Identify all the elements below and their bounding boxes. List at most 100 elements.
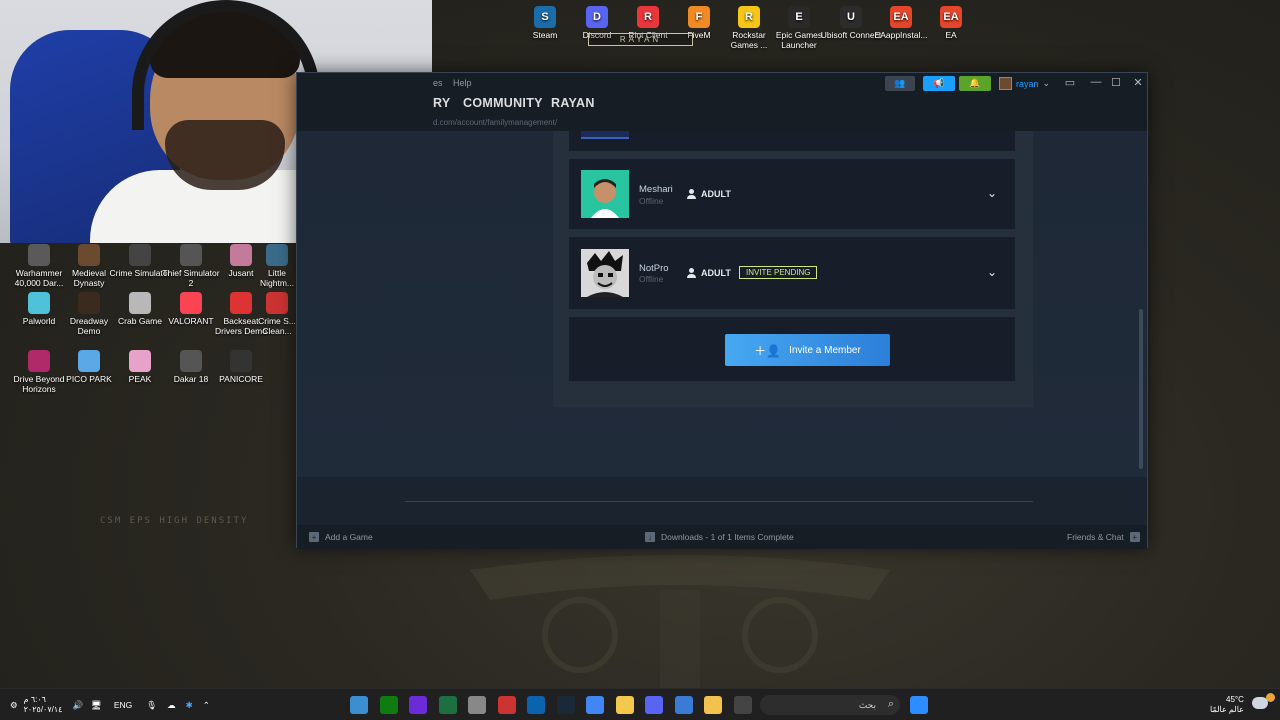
role-label: ADULT xyxy=(701,268,731,278)
cloud-icon[interactable]: ☁ xyxy=(167,700,176,711)
taskbar-app-explorer-widget[interactable] xyxy=(350,696,368,714)
microphone-icon[interactable]: 🎙 xyxy=(146,700,157,711)
taskbar: ⚙ ٦:٠٦ م ٢٠٢٥/٠٧/١٤ 🔊 🖥 ENG 🎙 ☁ ✱ ⌃ بحث … xyxy=(0,688,1280,720)
app-icon xyxy=(28,350,50,372)
user-menu-button[interactable]: rayan ⌄ xyxy=(999,76,1053,91)
member-row[interactable]: NotPro Offline ADULT INVITE PENDING ⌄ xyxy=(569,237,1015,309)
app-icon xyxy=(180,244,202,266)
chevron-up-icon[interactable]: ⌃ xyxy=(203,700,210,711)
taskbar-app-outlook[interactable] xyxy=(527,696,545,714)
member-status: Offline xyxy=(639,196,664,206)
maximize-icon[interactable]: ☐ xyxy=(1107,76,1125,89)
expand-chevron-icon[interactable]: ⌄ xyxy=(987,186,997,200)
invite-pending-badge: INVITE PENDING xyxy=(739,266,818,279)
nav-library[interactable]: RY xyxy=(433,96,451,110)
download-icon: ↓ xyxy=(645,532,655,542)
app-icon xyxy=(28,292,50,314)
invite-member-button[interactable]: ＋👤 Invite a Member xyxy=(725,334,890,366)
desktop-icon-ea[interactable]: EA EA xyxy=(920,6,982,40)
taskbar-app-excel-like[interactable] xyxy=(438,696,457,714)
language-indicator[interactable]: ENG xyxy=(114,700,132,710)
taskbar-app-folder[interactable] xyxy=(704,696,722,714)
desktop-icon-label: EA xyxy=(945,30,957,40)
taskbar-app-nzxt[interactable] xyxy=(409,696,427,714)
steam-window[interactable]: es Help 👥 📢 🔔 rayan ⌄ ▭ — ☐ ✕ RY COMMUNI… xyxy=(296,72,1148,549)
app-icon: U xyxy=(840,6,862,28)
app-icon xyxy=(129,350,151,372)
people-icon: 👥 xyxy=(894,78,906,88)
app-icon: S xyxy=(534,6,556,28)
family-management-content: Meshari Offline ADULT ⌄ NotPro Offline A… xyxy=(297,131,1147,477)
menu-partial[interactable]: es xyxy=(433,78,443,88)
volume-icon[interactable]: 🔊 xyxy=(72,700,83,711)
taskbar-app-xbox[interactable] xyxy=(379,696,398,714)
member-row[interactable]: Meshari Offline ADULT ⌄ xyxy=(569,159,1015,229)
taskbar-app-chrome[interactable] xyxy=(586,696,604,714)
headset-icon xyxy=(132,0,320,130)
scrollbar-thumb[interactable] xyxy=(1139,309,1143,469)
weather-label: عالم عالمًا xyxy=(1210,705,1244,714)
app-icon xyxy=(129,292,151,314)
weather-widget[interactable]: 45°C عالم عالمًا xyxy=(1210,689,1244,720)
taskbar-app-store[interactable] xyxy=(674,696,693,714)
menu-help[interactable]: Help xyxy=(453,78,472,88)
app-icon xyxy=(230,350,252,372)
desktop-icon-crime-s-clean[interactable]: Crime S... Clean... xyxy=(258,292,296,336)
taskbar-app-terminal[interactable] xyxy=(733,696,752,714)
minimize-icon[interactable]: — xyxy=(1087,76,1105,88)
webcam-label: RAYAN xyxy=(588,33,693,46)
desktop-icon-panicore[interactable]: PANICORE xyxy=(210,350,272,384)
steam-titlebar[interactable]: es Help 👥 📢 🔔 rayan ⌄ ▭ — ☐ ✕ xyxy=(297,73,1147,95)
app-icon xyxy=(266,244,288,266)
username-label: rayan xyxy=(1016,78,1039,89)
big-picture-icon[interactable]: ▭ xyxy=(1061,76,1079,89)
url-bar[interactable]: d.com/account/familymanagement/ xyxy=(297,115,1147,129)
network-icon[interactable]: 🖥 xyxy=(91,700,102,711)
invite-member-label: Invite a Member xyxy=(789,344,861,356)
divider xyxy=(405,501,1033,502)
member-role: ADULT xyxy=(687,189,731,199)
wallpaper-text: CSM EPS HIGH DENSITY xyxy=(100,516,249,526)
member-role: ADULT xyxy=(687,268,731,278)
notifications-button[interactable]: 🔔 xyxy=(959,76,991,91)
app-icon: R xyxy=(637,6,659,28)
friends-chat-label: Friends & Chat xyxy=(1067,532,1124,542)
app-icon xyxy=(230,292,252,314)
friends-chat-button[interactable]: Friends & Chat + xyxy=(1067,532,1140,542)
taskbar-app-recorder[interactable] xyxy=(497,696,516,714)
invite-member-area: ＋👤 Invite a Member xyxy=(569,317,1015,381)
steam-bottom-bar: + Add a Game ↓ Downloads - 1 of 1 Items … xyxy=(297,525,1147,549)
close-icon[interactable]: ✕ xyxy=(1129,76,1147,89)
taskbar-app-settings[interactable] xyxy=(468,696,486,714)
webcam-beard xyxy=(165,120,285,190)
bluetooth-icon[interactable]: ✱ xyxy=(186,700,193,711)
app-icon xyxy=(230,244,252,266)
add-game-button[interactable]: + Add a Game xyxy=(309,532,373,542)
expand-chevron-icon[interactable]: ⌄ xyxy=(987,265,997,279)
member-row-partial[interactable] xyxy=(569,131,1015,151)
nav-community[interactable]: COMMUNITY xyxy=(463,96,543,110)
taskbar-app-steam[interactable] xyxy=(556,696,575,714)
app-icon xyxy=(266,292,288,314)
gear-icon[interactable]: ⚙ xyxy=(10,700,18,711)
person-icon xyxy=(687,189,696,199)
app-icon: EA xyxy=(890,6,912,28)
app-icon: D xyxy=(586,6,608,28)
avatar xyxy=(581,249,629,297)
add-user-icon: ＋👤 xyxy=(754,343,782,358)
app-icon: R xyxy=(738,6,760,28)
downloads-button[interactable]: ↓ Downloads - 1 of 1 Items Complete xyxy=(645,532,794,542)
plus-icon: + xyxy=(309,532,319,542)
desktop-icon-little-nightm[interactable]: Little Nightm... xyxy=(258,244,296,288)
nav-profile[interactable]: RAYAN xyxy=(551,96,595,110)
member-name: Meshari xyxy=(639,184,673,195)
start-button[interactable] xyxy=(910,696,928,714)
friends-status-button[interactable]: 👥 xyxy=(885,76,915,91)
taskbar-app-discord[interactable] xyxy=(645,696,663,714)
announcements-button[interactable]: 📢 xyxy=(923,76,955,91)
taskbar-app-app-yellow[interactable] xyxy=(615,696,634,714)
person-icon xyxy=(687,268,696,278)
search-input[interactable]: بحث ⌕ xyxy=(760,695,900,715)
clock[interactable]: ٦:٠٦ م ٢٠٢٥/٠٧/١٤ xyxy=(24,695,63,715)
app-icon xyxy=(78,292,100,314)
